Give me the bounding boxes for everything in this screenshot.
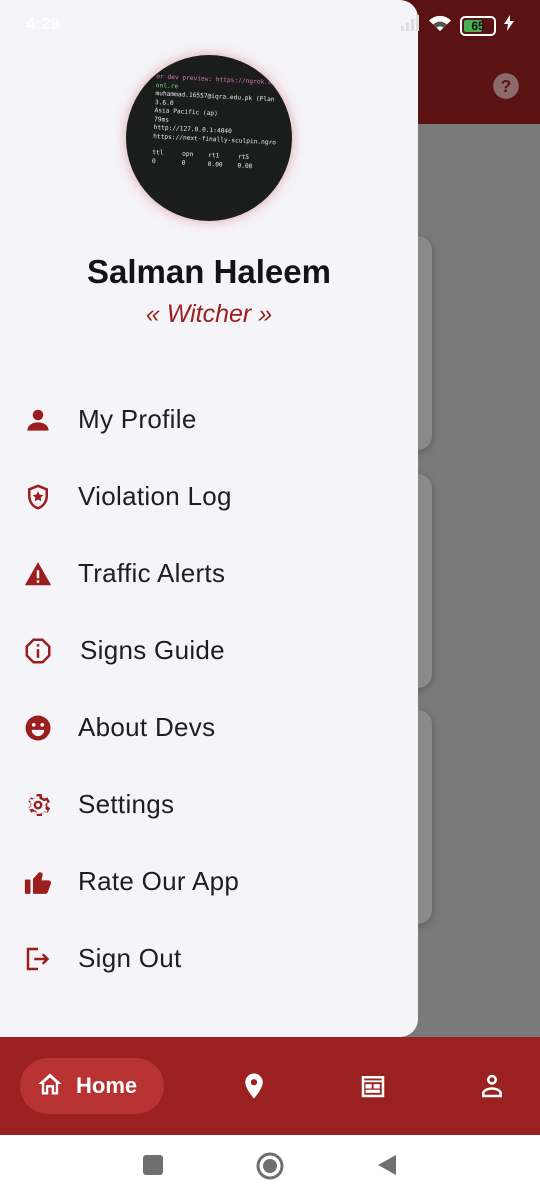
avatar-terminal-text: or dev preview: https://ngrok.com onl.re… bbox=[152, 73, 292, 174]
user-icon[interactable] bbox=[477, 1071, 507, 1101]
charging-icon bbox=[504, 15, 514, 36]
navigation-drawer: or dev preview: https://ngrok.com onl.re… bbox=[0, 0, 418, 1037]
menu-label: Violation Log bbox=[78, 481, 232, 511]
nav-home-label: Home bbox=[76, 1073, 138, 1098]
menu-item-traffic-alerts[interactable]: Traffic Alerts bbox=[0, 535, 418, 612]
status-time: 4:29 bbox=[26, 14, 61, 33]
calendar-icon[interactable] bbox=[358, 1071, 388, 1101]
menu-label: Traffic Alerts bbox=[78, 558, 226, 588]
battery-icon: 65 bbox=[460, 15, 496, 36]
menu-item-signs-guide[interactable]: Signs Guide bbox=[0, 612, 418, 689]
drawer-menu: My Profile Violation Log Traffic Alerts … bbox=[0, 381, 418, 997]
sign-out-icon bbox=[22, 943, 54, 975]
status-icons: 65 bbox=[400, 14, 514, 37]
menu-item-violation-log[interactable]: Violation Log bbox=[0, 458, 418, 535]
menu-label: Signs Guide bbox=[80, 635, 225, 665]
svg-text:?: ? bbox=[501, 76, 512, 96]
warning-icon bbox=[22, 558, 54, 590]
home-system-button[interactable] bbox=[256, 1152, 284, 1185]
status-bar: 4:29 65 bbox=[0, 0, 540, 50]
menu-label: Rate Our App bbox=[78, 866, 240, 896]
location-pin-icon[interactable] bbox=[239, 1071, 269, 1101]
menu-label: Sign Out bbox=[78, 943, 182, 973]
menu-label: Settings bbox=[78, 789, 175, 819]
avatar[interactable]: or dev preview: https://ngrok.com onl.re… bbox=[126, 55, 292, 221]
menu-item-settings[interactable]: Settings bbox=[0, 766, 418, 843]
shield-star-icon bbox=[22, 481, 54, 513]
info-octagon-icon bbox=[22, 635, 54, 667]
system-navigation-bar bbox=[0, 1135, 540, 1200]
user-tag: « Witcher » bbox=[145, 300, 273, 328]
gear-icon bbox=[22, 789, 54, 821]
wifi-icon bbox=[428, 14, 452, 37]
menu-item-my-profile[interactable]: My Profile bbox=[0, 381, 418, 458]
app-screen: ? or dev preview: https://ngrok.com onl.… bbox=[0, 0, 540, 1200]
recent-apps-button[interactable] bbox=[142, 1154, 164, 1181]
bottom-navigation: Home bbox=[0, 1037, 540, 1135]
back-button[interactable] bbox=[376, 1154, 398, 1181]
help-icon: ? bbox=[492, 72, 520, 100]
battery-level: 65 bbox=[471, 18, 485, 33]
nav-home-button[interactable]: Home bbox=[20, 1058, 164, 1114]
thumbs-up-icon bbox=[22, 866, 54, 898]
menu-item-rate-our-app[interactable]: Rate Our App bbox=[0, 843, 418, 920]
person-icon bbox=[22, 404, 54, 436]
menu-item-sign-out[interactable]: Sign Out bbox=[0, 920, 418, 997]
signal-icon bbox=[400, 15, 420, 36]
home-icon bbox=[36, 1070, 64, 1103]
menu-label: About Devs bbox=[78, 712, 216, 742]
smiley-icon bbox=[22, 712, 54, 744]
menu-item-about-devs[interactable]: About Devs bbox=[0, 689, 418, 766]
user-name: Salman Haleem bbox=[87, 253, 331, 290]
menu-label: My Profile bbox=[78, 404, 197, 434]
